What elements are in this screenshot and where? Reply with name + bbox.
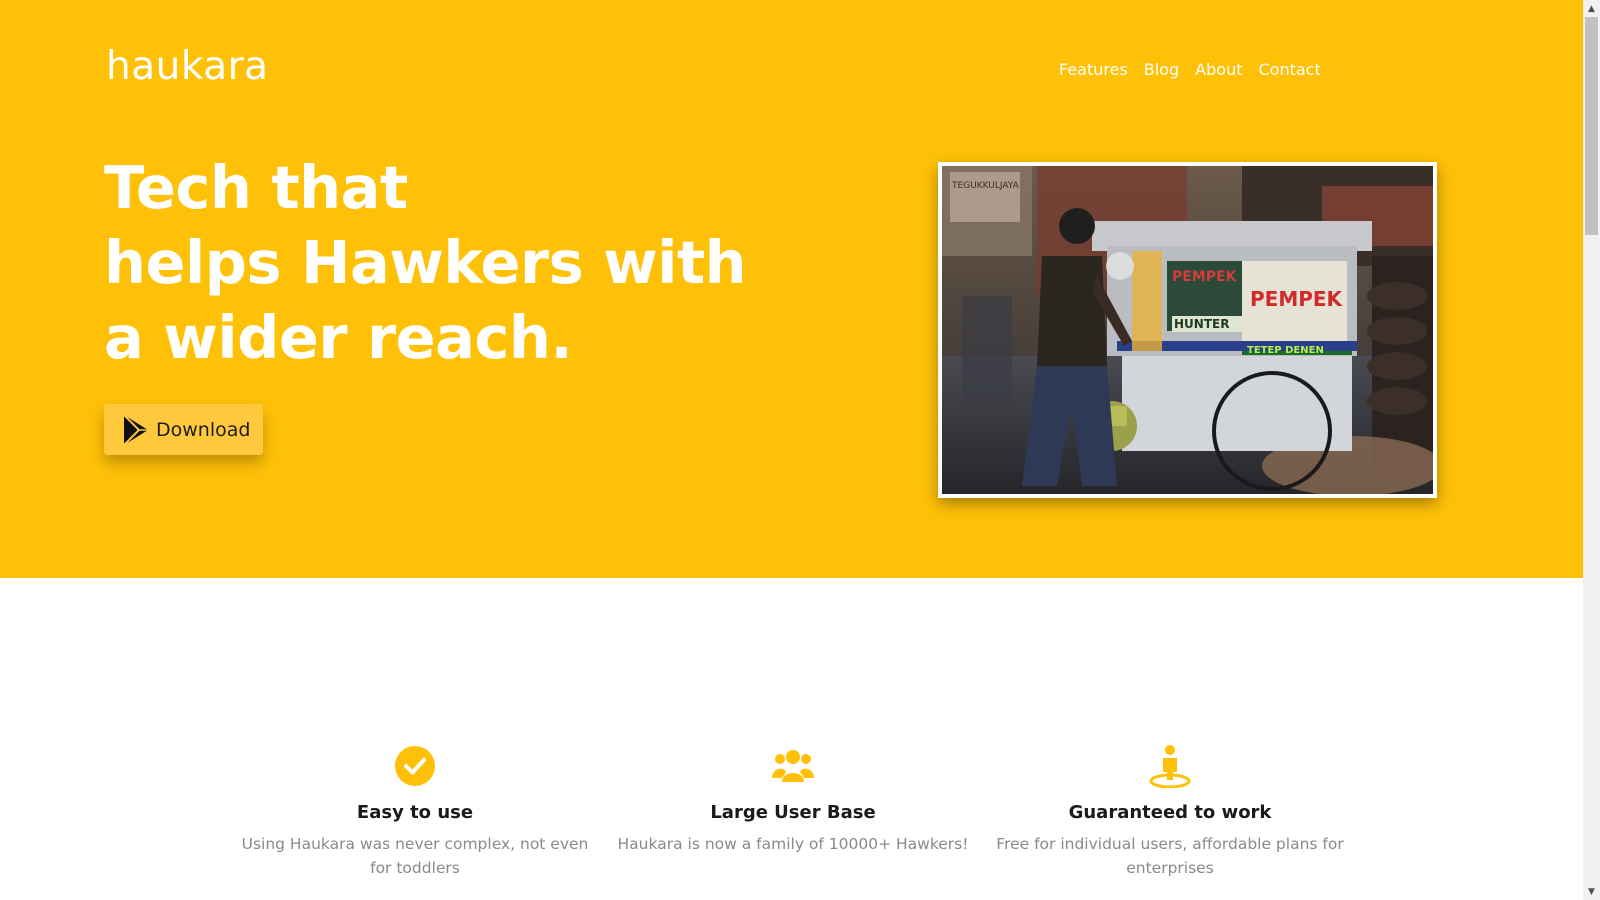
headline-line: a wider reach. [104, 303, 573, 372]
svg-text:TETEP DENEN: TETEP DENEN [1247, 345, 1324, 356]
nav-link-contact[interactable]: Contact [1258, 60, 1320, 79]
scroll-up-arrow-icon[interactable]: ▲ [1583, 0, 1600, 17]
location-person-icon [985, 744, 1355, 788]
feature-large-user-base: Large User Base Haukara is now a family … [608, 744, 978, 856]
hero-photo-frame: PEMPEK PEMPEK HUNTER TETEP DENEN TEGUKKU… [938, 162, 1437, 498]
hero-headline: Tech that helps Hawkers with a wider rea… [104, 150, 824, 375]
nav-link-about[interactable]: About [1195, 60, 1242, 79]
main-nav: Features Blog About Contact [1059, 60, 1321, 79]
svg-text:PEMPEK: PEMPEK [1250, 287, 1344, 311]
svg-text:TEGUKKULJAYA: TEGUKKULJAYA [951, 181, 1020, 191]
feature-title: Large User Base [710, 802, 876, 823]
feature-easy-to-use: Easy to use Using Haukara was never comp… [230, 744, 600, 880]
play-store-icon [122, 413, 150, 446]
svg-text:HUNTER: HUNTER [1174, 317, 1229, 331]
headline-line: Tech that [104, 153, 408, 222]
download-button-label: Download [156, 418, 251, 441]
page: haukara Features Blog About Contact Tech… [0, 0, 1583, 900]
feature-title: Guaranteed to work [1068, 802, 1272, 823]
feature-description: Haukara is now a family of 10000+ Hawker… [617, 835, 969, 853]
feature-guaranteed-to-work: Guaranteed to work Free for individual u… [985, 744, 1355, 880]
vertical-scrollbar[interactable]: ▲ ▼ [1583, 0, 1600, 900]
hero-photo: PEMPEK PEMPEK HUNTER TETEP DENEN TEGUKKU… [942, 166, 1433, 494]
check-circle-icon [230, 744, 600, 788]
scroll-down-arrow-icon[interactable]: ▼ [1583, 883, 1600, 900]
headline-line: helps Hawkers with [104, 228, 747, 297]
nav-link-blog[interactable]: Blog [1144, 60, 1179, 79]
feature-description: Using Haukara was never complex, not eve… [241, 835, 589, 877]
nav-link-features[interactable]: Features [1059, 60, 1128, 79]
scrollbar-thumb[interactable] [1585, 17, 1598, 235]
feature-description: Free for individual users, affordable pl… [996, 835, 1344, 877]
feature-title: Easy to use [356, 802, 474, 823]
features-section: Easy to use Using Haukara was never comp… [0, 578, 1583, 900]
hero-section: haukara Features Blog About Contact Tech… [0, 0, 1583, 578]
svg-text:PEMPEK: PEMPEK [1172, 269, 1238, 285]
logo[interactable]: haukara [106, 44, 269, 89]
users-icon [608, 744, 978, 788]
download-button[interactable]: Download [104, 404, 263, 455]
